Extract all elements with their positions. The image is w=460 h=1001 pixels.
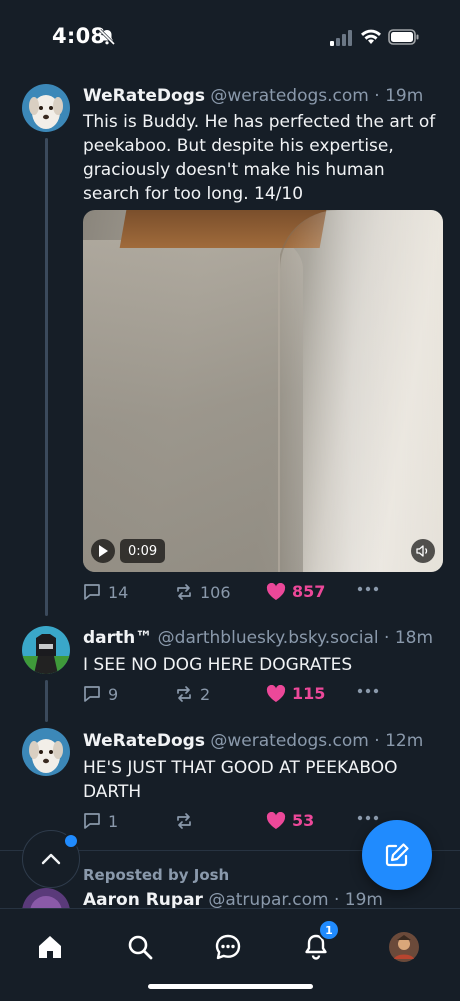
- post-header: Aaron Rupar @atrupar.com · 19m: [83, 890, 383, 910]
- reply-count: 14: [108, 582, 129, 602]
- mute-button[interactable]: [411, 539, 435, 563]
- author-name[interactable]: WeRateDogs: [83, 86, 205, 106]
- post-actions: 1 53: [82, 811, 402, 837]
- repost-button[interactable]: [174, 811, 200, 831]
- heart-icon: [266, 684, 286, 702]
- reply-button[interactable]: 14: [82, 582, 128, 602]
- more-options-button[interactable]: [357, 815, 379, 821]
- like-button[interactable]: 53: [266, 811, 314, 830]
- video-duration: 0:09: [120, 539, 166, 563]
- like-button[interactable]: 857: [266, 582, 325, 601]
- like-count: 53: [292, 811, 315, 830]
- reply-count: 9: [108, 684, 119, 704]
- separator-dot: ·: [374, 731, 380, 751]
- post-time: 19m: [344, 890, 383, 910]
- cellular-signal-icon: [330, 30, 352, 46]
- repost-icon: [177, 686, 191, 702]
- avatar[interactable]: [22, 728, 70, 776]
- reposted-by-label[interactable]: Reposted by Josh: [83, 866, 229, 884]
- repost-button[interactable]: 2: [174, 684, 210, 704]
- reply-button[interactable]: 9: [82, 684, 118, 704]
- repost-button[interactable]: 106: [174, 582, 231, 602]
- reply-icon: [84, 584, 100, 600]
- search-icon: [128, 935, 153, 960]
- wifi-icon: [361, 29, 381, 44]
- heart-icon: [266, 811, 286, 829]
- notifications-badge: 1: [318, 919, 340, 941]
- post-text: This is Buddy. He has perfected the art …: [83, 112, 436, 204]
- post-header: WeRateDogs @weratedogs.com · 12m: [83, 731, 423, 751]
- more-options-button[interactable]: [357, 586, 379, 592]
- avatar[interactable]: [22, 84, 70, 132]
- scroll-to-top-button[interactable]: [22, 830, 80, 888]
- post-time: 12m: [385, 731, 424, 751]
- profile-avatar: [389, 932, 419, 962]
- chat-bubble-icon: [215, 934, 241, 960]
- bell-off-icon: [98, 28, 116, 46]
- repost-count: 2: [200, 684, 211, 704]
- post-time: 18m: [394, 628, 434, 648]
- compose-button[interactable]: [362, 820, 432, 890]
- heart-icon: [266, 582, 286, 600]
- post-actions: 9 2 115: [82, 684, 402, 710]
- author-name[interactable]: WeRateDogs: [83, 731, 205, 751]
- post-header: darth™ @darthbluesky.bsky.social · 18m: [83, 628, 433, 648]
- repost-icon: [177, 584, 191, 600]
- home-indicator: [148, 984, 313, 989]
- like-count: 115: [292, 684, 326, 703]
- battery-icon: [388, 29, 419, 45]
- play-icon: [99, 545, 108, 557]
- tab-chat[interactable]: [208, 927, 248, 967]
- like-button[interactable]: 115: [266, 684, 325, 703]
- post-text: I SEE NO DOG HERE DOGRATES: [83, 655, 353, 675]
- author-name[interactable]: darth™: [83, 628, 152, 648]
- post-time: 19m: [385, 86, 424, 106]
- post-header: WeRateDogs @weratedogs.com · 19m: [83, 86, 423, 106]
- thread-line: [45, 138, 48, 616]
- reply-count: 1: [108, 811, 119, 831]
- author-handle[interactable]: @weratedogs.com: [210, 731, 368, 751]
- more-options-button[interactable]: [357, 688, 379, 694]
- more-dots-icon: [357, 815, 379, 821]
- author-name[interactable]: Aaron Rupar: [83, 890, 203, 910]
- like-count: 857: [292, 582, 326, 601]
- author-handle[interactable]: @atrupar.com: [208, 890, 328, 910]
- separator-dot: ·: [374, 86, 380, 106]
- avatar[interactable]: [22, 626, 70, 674]
- video-player[interactable]: 0:09: [83, 210, 443, 572]
- reply-button[interactable]: 1: [82, 811, 118, 831]
- post-actions: 14 106 857: [82, 582, 402, 608]
- separator-dot: ·: [333, 890, 340, 910]
- tab-home[interactable]: [30, 927, 70, 967]
- tab-search[interactable]: [120, 927, 160, 967]
- chevron-up-icon: [41, 853, 61, 865]
- tab-profile[interactable]: [384, 927, 424, 967]
- separator-dot: ·: [384, 628, 390, 648]
- post-text: HE'S JUST THAT GOOD AT PEEKABOO DARTH: [83, 758, 398, 802]
- play-button[interactable]: [91, 539, 115, 563]
- status-bar: 4:08: [0, 0, 460, 76]
- author-handle[interactable]: @darthbluesky.bsky.social: [158, 628, 379, 648]
- more-dots-icon: [357, 688, 379, 694]
- tab-notifications[interactable]: 1: [296, 919, 340, 967]
- reply-icon: [84, 686, 100, 702]
- home-icon: [39, 936, 61, 958]
- repost-icon: [177, 813, 191, 829]
- repost-count: 106: [200, 582, 231, 602]
- reply-icon: [84, 813, 100, 829]
- more-dots-icon: [357, 586, 379, 592]
- new-posts-dot: [63, 833, 79, 849]
- author-handle[interactable]: @weratedogs.com: [210, 86, 368, 106]
- compose-pen-icon: [385, 843, 409, 867]
- speaker-muted-icon: [416, 545, 428, 557]
- thread-line: [45, 680, 48, 722]
